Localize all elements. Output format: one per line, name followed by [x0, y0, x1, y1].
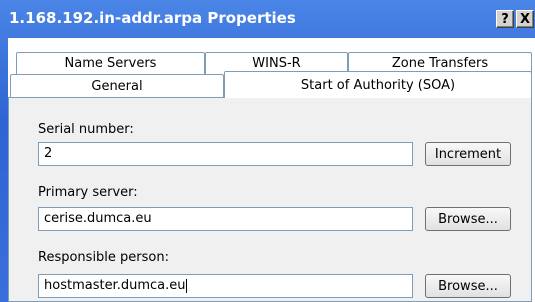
properties-window: 1.168.192.in-addr.arpa Properties ? X Na…	[0, 0, 535, 302]
increment-button[interactable]: Increment	[425, 142, 511, 166]
primary-server-field[interactable]: cerise.dumca.eu	[38, 207, 413, 231]
soa-panel: Serial number: 2 Increment Primary serve…	[8, 97, 532, 302]
tab-general[interactable]: General	[10, 74, 224, 97]
serial-number-label: Serial number:	[38, 122, 134, 137]
serial-number-field[interactable]: 2	[38, 142, 413, 166]
tab-name-servers[interactable]: Name Servers	[16, 52, 205, 74]
close-button[interactable]: X	[516, 10, 534, 28]
responsible-person-field[interactable]: hostmaster.dumca.eu	[38, 274, 413, 298]
tab-strip: Name Servers WINS-R Zone Transfers Gener…	[8, 38, 535, 98]
help-button[interactable]: ?	[496, 10, 514, 28]
tab-soa[interactable]: Start of Authority (SOA)	[224, 71, 532, 98]
primary-server-value: cerise.dumca.eu	[44, 211, 152, 226]
responsible-browse-button[interactable]: Browse...	[425, 274, 511, 298]
responsible-person-label: Responsible person:	[38, 250, 169, 265]
responsible-person-value: hostmaster.dumca.eu	[44, 278, 186, 293]
window-title: 1.168.192.in-addr.arpa Properties	[9, 9, 296, 27]
dialog-client: Name Servers WINS-R Zone Transfers Gener…	[8, 38, 535, 302]
primary-browse-button[interactable]: Browse...	[425, 207, 511, 231]
primary-server-label: Primary server:	[38, 185, 138, 200]
title-bar[interactable]: 1.168.192.in-addr.arpa Properties ? X	[0, 0, 535, 38]
text-caret	[186, 278, 188, 293]
serial-number-value: 2	[44, 146, 53, 161]
